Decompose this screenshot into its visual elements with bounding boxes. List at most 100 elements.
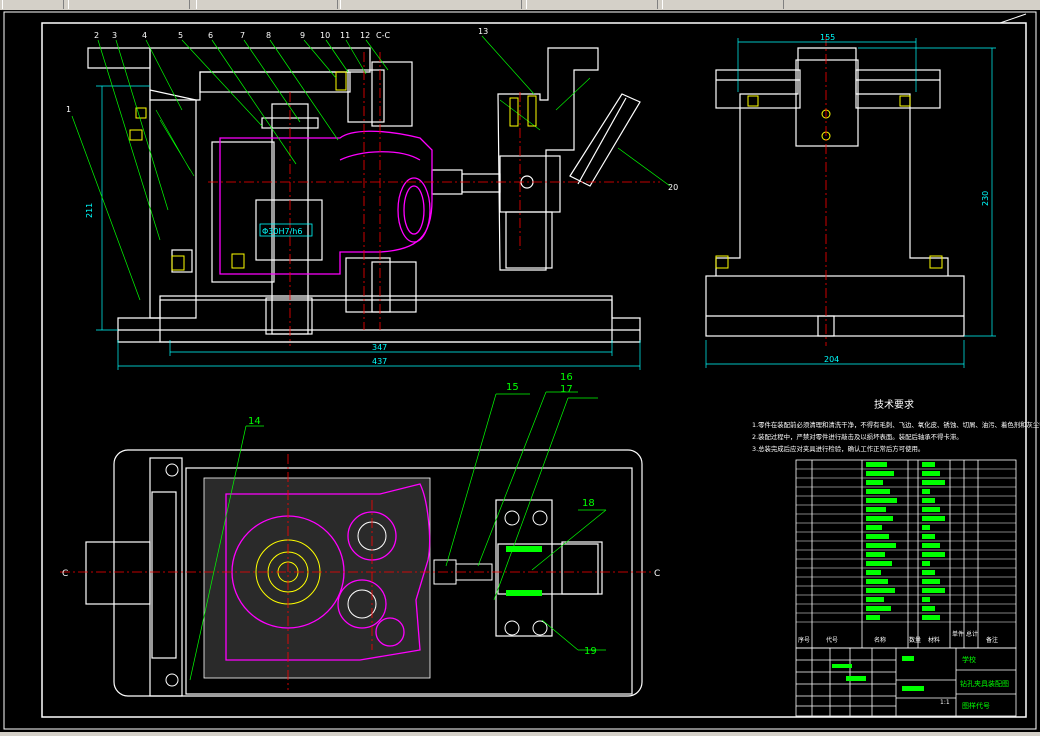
- bom-rows: [796, 462, 1016, 623]
- balloon-1: 1: [66, 105, 71, 114]
- title-drawing-name: 钻孔夹具装配图: [960, 679, 1009, 688]
- title-school: 学校: [962, 655, 976, 664]
- bom-cell-mark: [866, 570, 881, 575]
- bom-cell-mark: [866, 543, 896, 548]
- balloon-20: 20: [668, 183, 678, 192]
- bom-cell-mark: [866, 561, 892, 566]
- bom-cell-mark: [866, 579, 888, 584]
- section-mark-cc: C-C: [376, 31, 390, 40]
- dims-front: [96, 85, 641, 370]
- dim-base-inner: 347: [372, 343, 387, 352]
- balloon-6: 6: [208, 31, 213, 40]
- balloon-12: 12: [360, 31, 370, 40]
- centerlines-front: [208, 52, 660, 346]
- balloon-11: 11: [340, 31, 350, 40]
- toolbar-tab[interactable]: [68, 0, 190, 9]
- bom-cell-mark: [922, 471, 940, 476]
- balloon-8: 8: [266, 31, 271, 40]
- toolbar-tab[interactable]: [196, 0, 338, 9]
- bom-col-qty: 数量: [909, 636, 921, 644]
- bom-cell-mark: [922, 489, 930, 494]
- workpiece-front: [219, 130, 433, 275]
- toolbar-tab[interactable]: [662, 0, 784, 9]
- bom-cell-mark: [922, 615, 940, 620]
- title-block-fills: [832, 656, 924, 691]
- bom-cell-mark: [922, 507, 940, 512]
- bom-cell-mark: [922, 480, 945, 485]
- balloon-15: 15: [506, 382, 519, 393]
- dim-side-base: 204: [824, 355, 839, 364]
- bom-cell-mark: [922, 525, 930, 530]
- dim-base-total: 437: [372, 357, 387, 366]
- title-drawing-no: 图样代号: [962, 701, 990, 710]
- status-bar: [0, 732, 1040, 736]
- bom-col-unit: 单件: [952, 630, 964, 638]
- bom-col-no: 序号: [798, 636, 810, 644]
- bom-cell-mark: [866, 552, 885, 557]
- balloon-4: 4: [142, 31, 147, 40]
- tech-note-1: 1.零件在装配前必须清理和清洗干净，不得有毛刺、飞边、氧化皮、锈蚀、切屑、油污、…: [752, 420, 1040, 429]
- balloon-5: 5: [178, 31, 183, 40]
- balloon-16: 16: [560, 372, 573, 383]
- bom-cell-mark: [866, 507, 886, 512]
- cad-drawing: Φ30H7/h6 211 347 437 1 2 3 4 5 6 7 8 9 1…: [3, 11, 1040, 730]
- hatching-front: [155, 77, 591, 177]
- dim-side-width: 155: [820, 33, 835, 42]
- bom-cell-mark: [922, 516, 945, 521]
- bom-cell-mark: [866, 588, 895, 593]
- toolbar-tab[interactable]: [2, 0, 64, 9]
- side-view: [705, 47, 965, 337]
- dims-side: [705, 38, 996, 368]
- bom-cell-mark: [866, 498, 897, 503]
- bom-cell-mark: [922, 579, 940, 584]
- bom-cell-mark: [866, 606, 891, 611]
- balloon-2: 2: [94, 31, 99, 40]
- bom-cell-mark: [866, 615, 880, 620]
- section-letter-left: C: [62, 569, 68, 579]
- bom-cell-mark: [866, 534, 889, 539]
- bom-col-name: 名称: [874, 636, 886, 644]
- title-scale: 1:1: [940, 699, 950, 706]
- bom-col-code: 代号: [826, 636, 838, 644]
- balloon-18: 18: [582, 498, 595, 509]
- bom-footer: 序号 代号 名称 数量 材料 单件 总计 备注: [798, 630, 998, 644]
- bom-cell-mark: [866, 480, 883, 485]
- leaders-front: [71, 35, 671, 301]
- bom-cell-mark: [922, 534, 935, 539]
- bom-cell-mark: [922, 561, 930, 566]
- balloon-9: 9: [300, 31, 305, 40]
- bom-cell-mark: [866, 471, 894, 476]
- cad-drawing-canvas[interactable]: Φ30H7/h6 211 347 437 1 2 3 4 5 6 7 8 9 1…: [0, 10, 1040, 732]
- tech-note-3: 3.总装完成后应对夹具进行检验，确认工作正常后方可使用。: [752, 444, 924, 453]
- bom-cell-mark: [922, 606, 935, 611]
- bom-cell-mark: [866, 489, 890, 494]
- dim-height: 211: [85, 203, 94, 218]
- dim-side-height: 230: [981, 191, 990, 206]
- bom-cell-mark: [922, 570, 935, 575]
- bom-cell-mark: [922, 597, 930, 602]
- toolbar-tab[interactable]: [526, 0, 658, 9]
- bom-cell-mark: [922, 552, 945, 557]
- balloon-19: 19: [584, 646, 597, 657]
- bom-cell-mark: [866, 525, 882, 530]
- bom-cell-mark: [922, 462, 935, 467]
- balloon-3: 3: [112, 31, 117, 40]
- bom-cell-mark: [922, 588, 945, 593]
- bom-cell-mark: [866, 597, 884, 602]
- bom-cell-mark: [922, 498, 935, 503]
- balloon-13: 13: [478, 27, 488, 36]
- bom-cell-mark: [922, 543, 940, 548]
- balloon-7: 7: [240, 31, 245, 40]
- bom-cell-mark: [866, 516, 893, 521]
- tech-title: 技术要求: [874, 398, 914, 411]
- bom-col-total: 总计: [966, 630, 978, 638]
- bom-col-material: 材料: [928, 636, 940, 644]
- balloon-14: 14: [248, 416, 261, 427]
- bom-cell-mark: [866, 462, 887, 467]
- fit-label: Φ30H7/h6: [262, 227, 302, 236]
- balloon-10: 10: [320, 31, 330, 40]
- bom-table: [795, 459, 1017, 649]
- tech-note-2: 2.装配过程中，严禁对零件进行敲击及以损坏表面。装配后轴承不得卡滞。: [752, 432, 963, 441]
- screws-side: [715, 95, 943, 269]
- toolbar-tab[interactable]: [340, 0, 522, 9]
